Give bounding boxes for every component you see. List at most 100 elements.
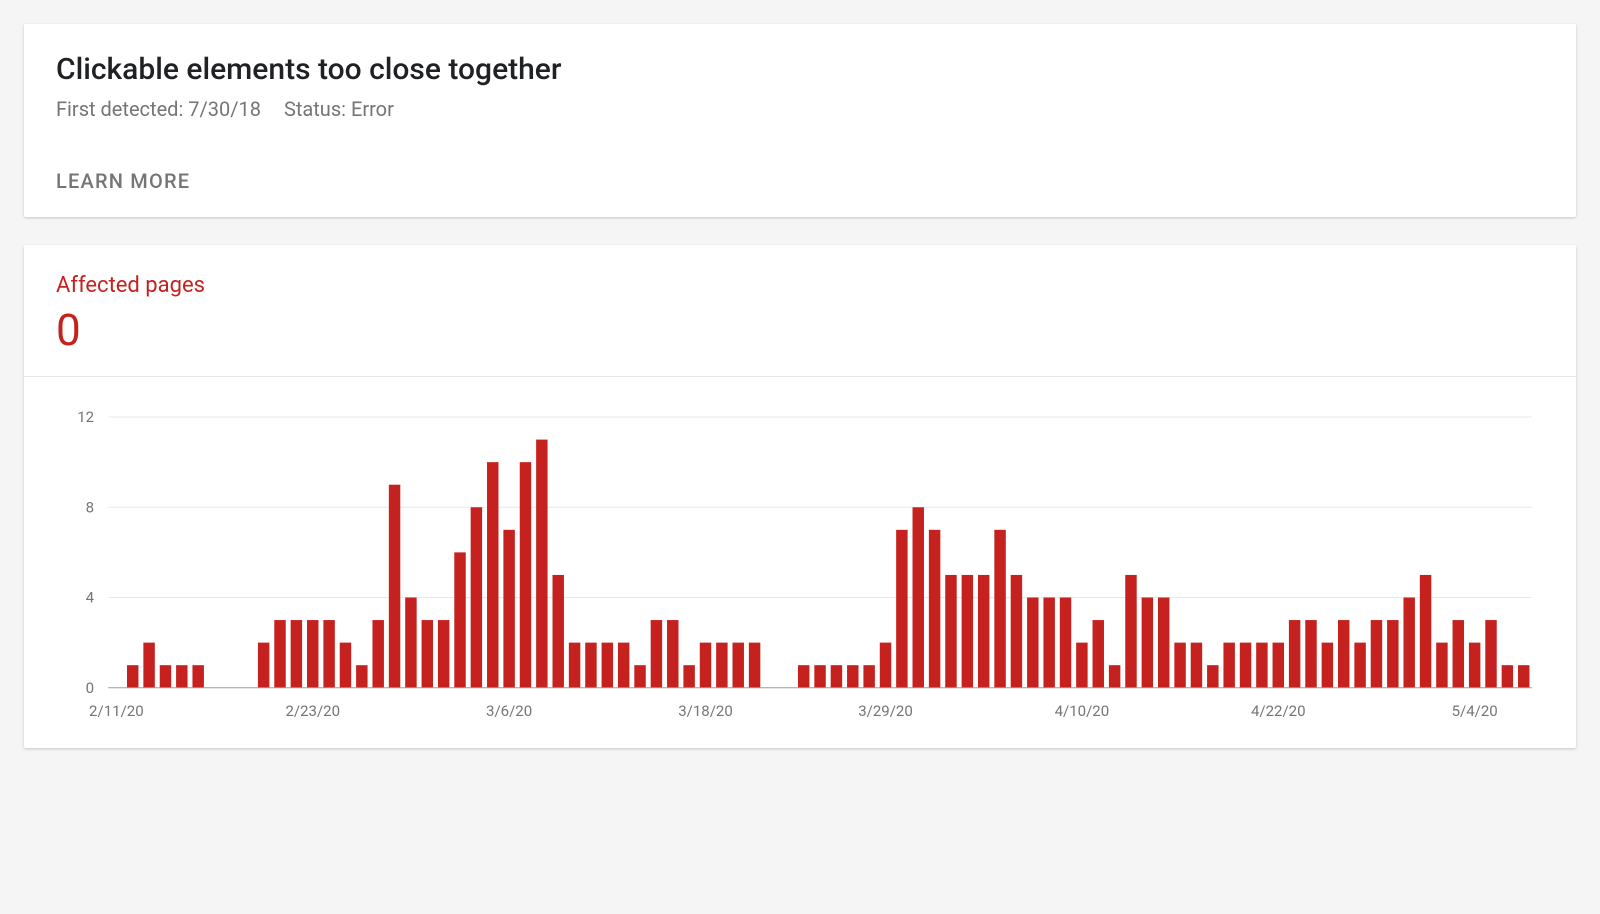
chart-bar [1240, 643, 1251, 688]
chart-bar [1027, 598, 1038, 688]
chart-bar [1060, 598, 1071, 688]
status: Status: Error [284, 97, 394, 121]
status-value: Error [351, 97, 394, 121]
affected-pages-chart: 0 4 8 12 2/11/20 2/23/20 3/6/20 3/18/20 3/29/20 4… [48, 407, 1552, 728]
first-detected-value: 7/30/18 [188, 97, 261, 121]
first-detected: First detected: 7/30/18 [56, 97, 266, 121]
chart-bar [1207, 665, 1218, 688]
chart-bar [814, 665, 825, 688]
chart-bar [127, 665, 138, 688]
issue-meta-row: First detected: 7/30/18 Status: Error [56, 97, 1544, 121]
svg-text:12: 12 [77, 408, 94, 426]
status-label: Status: [284, 97, 346, 121]
chart-bar [1354, 643, 1365, 688]
chart-bar [1305, 620, 1316, 688]
chart-bar [700, 643, 711, 688]
chart-bar [1485, 620, 1496, 688]
chart-bar [176, 665, 187, 688]
chart-bar [847, 665, 858, 688]
chart-bar [1174, 643, 1185, 688]
chart-bar [503, 530, 514, 688]
chart-bar [1191, 643, 1202, 688]
chart-bar [602, 643, 613, 688]
chart-bar [372, 620, 383, 688]
chart-bar [1338, 620, 1349, 688]
chart-bar [945, 575, 956, 688]
chart-bar [143, 643, 154, 688]
chart-bar [1371, 620, 1382, 688]
chart-bar [438, 620, 449, 688]
svg-text:3/18/20: 3/18/20 [678, 702, 733, 720]
metric-value: 0 [56, 304, 1544, 356]
chart-bar [962, 575, 973, 688]
chart-bar [569, 643, 580, 688]
chart-bar [1093, 620, 1104, 688]
chart-bar [323, 620, 334, 688]
chart-bar [258, 643, 269, 688]
svg-text:3/6/20: 3/6/20 [486, 702, 532, 720]
chart-bar [716, 643, 727, 688]
chart-bar [536, 440, 547, 688]
chart-bar [1387, 620, 1398, 688]
chart-header: Affected pages 0 [24, 245, 1576, 376]
chart-bar [1223, 643, 1234, 688]
first-detected-label: First detected: [56, 97, 183, 121]
chart-bar [405, 598, 416, 688]
chart-bar [1273, 643, 1284, 688]
chart-bar [274, 620, 285, 688]
chart-bar [667, 620, 678, 688]
chart-bar [291, 620, 302, 688]
chart-bar [520, 462, 531, 688]
chart-bar [978, 575, 989, 688]
svg-text:4/10/20: 4/10/20 [1055, 702, 1110, 720]
svg-text:4: 4 [86, 589, 95, 607]
svg-text:0: 0 [86, 679, 94, 697]
chart-bar [733, 643, 744, 688]
chart-bar [1011, 575, 1022, 688]
chart-bar [1076, 643, 1087, 688]
chart-bar [1289, 620, 1300, 688]
chart-bar [552, 575, 563, 688]
chart-bar [356, 665, 367, 688]
chart-bar [1256, 643, 1267, 688]
chart-bar [422, 620, 433, 688]
svg-text:5/4/20: 5/4/20 [1452, 702, 1498, 720]
chart-area: 0 4 8 12 2/11/20 2/23/20 3/6/20 3/18/20 3/29/20 4… [24, 376, 1576, 748]
chart-bar [454, 552, 465, 687]
svg-text:3/29/20: 3/29/20 [858, 702, 913, 720]
chart-bar [1403, 598, 1414, 688]
chart-bar [1518, 665, 1529, 688]
chart-bar [1043, 598, 1054, 688]
svg-text:2/11/20: 2/11/20 [89, 702, 144, 720]
chart-bar [389, 485, 400, 688]
issue-header-card: Clickable elements too close together Fi… [24, 24, 1576, 217]
chart-bar [913, 507, 924, 687]
svg-text:2/23/20: 2/23/20 [285, 702, 340, 720]
chart-bar [340, 643, 351, 688]
chart-bar [618, 643, 629, 688]
svg-text:8: 8 [86, 498, 94, 516]
chart-bar [749, 643, 760, 688]
chart-bar [1109, 665, 1120, 688]
chart-bar [863, 665, 874, 688]
chart-bar [1502, 665, 1513, 688]
chart-bar [192, 665, 203, 688]
chart-bar [1322, 643, 1333, 688]
chart-bar [1436, 643, 1447, 688]
learn-more-link[interactable]: LEARN MORE [56, 169, 190, 193]
chart-bar [1469, 643, 1480, 688]
chart-bar [929, 530, 940, 688]
chart-bar [634, 665, 645, 688]
chart-bar [471, 507, 482, 687]
chart-bar [307, 620, 318, 688]
chart-bar [896, 530, 907, 688]
chart-bar [798, 665, 809, 688]
chart-bar [487, 462, 498, 688]
chart-bar [160, 665, 171, 688]
chart-bar [585, 643, 596, 688]
chart-bar [1420, 575, 1431, 688]
chart-card: Affected pages 0 0 4 8 12 2/11/20 2/23/20 3/6/… [24, 245, 1576, 748]
chart-bar [1158, 598, 1169, 688]
chart-bar [1125, 575, 1136, 688]
chart-bar [831, 665, 842, 688]
